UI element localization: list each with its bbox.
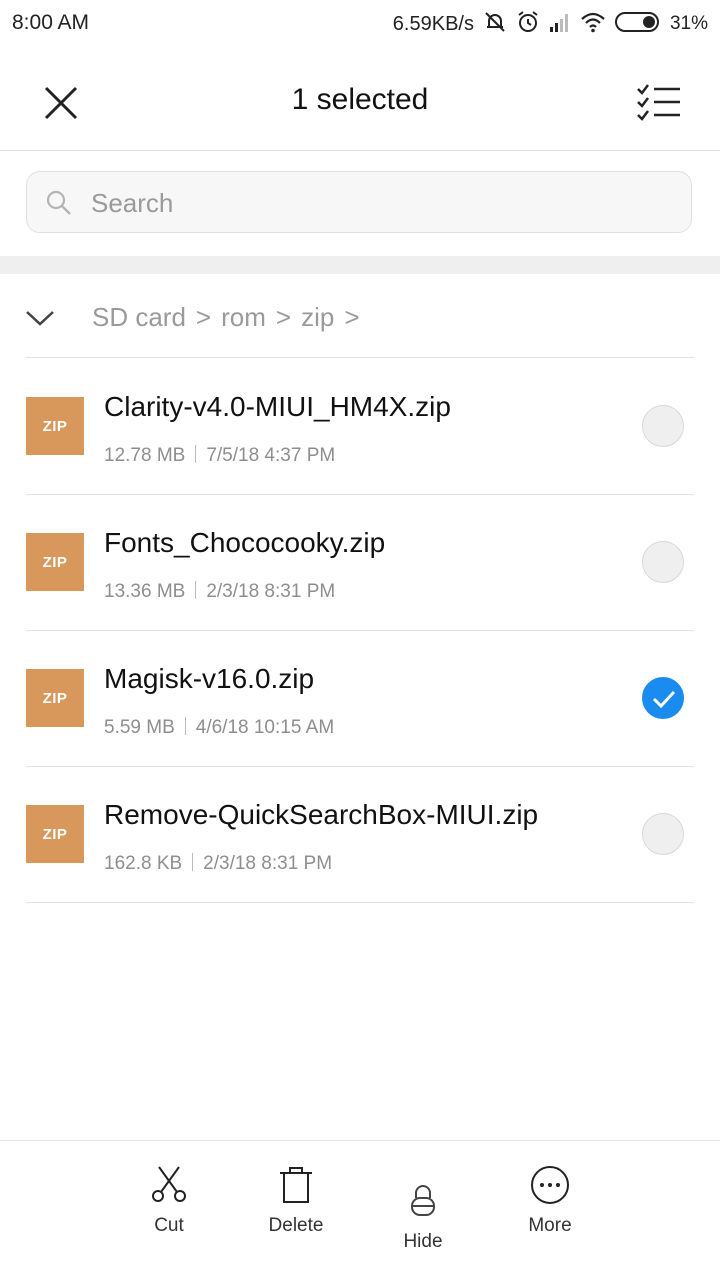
file-size: 13.36 MB — [104, 581, 186, 602]
more-button[interactable]: More — [495, 1165, 605, 1237]
file-name: Remove-QuickSearchBox-MIUI.zip — [104, 799, 539, 830]
search-bar[interactable] — [26, 171, 692, 234]
battery-percent: 31% — [669, 13, 708, 34]
file-meta: 13.36 MB 2/3/18 8:31 PM — [104, 581, 335, 603]
breadcrumb-separator: > — [275, 302, 292, 332]
action-header: 1 selected — [0, 52, 720, 151]
more-label: More — [528, 1215, 572, 1236]
select-checkbox[interactable] — [642, 813, 684, 855]
chevron-down-icon — [26, 311, 54, 326]
zip-file-icon: ZIP — [26, 533, 84, 591]
breadcrumb: SD card > rom > zip > — [0, 276, 720, 358]
hide-label: Hide — [403, 1231, 443, 1252]
file-date: 2/3/18 8:31 PM — [206, 581, 336, 602]
file-date: 4/6/18 10:15 AM — [195, 717, 335, 738]
file-size: 12.78 MB — [104, 445, 186, 466]
select-checkbox-checked[interactable] — [642, 677, 684, 719]
status-right: 6.59KB/s 31% — [393, 10, 708, 38]
file-name: Fonts_Chococooky.zip — [104, 527, 386, 558]
checklist-icon — [637, 84, 680, 121]
network-speed: 6.59KB/s — [392, 12, 474, 35]
breadcrumb-path: SD card > rom > zip > — [92, 302, 362, 333]
meta-separator — [184, 717, 186, 735]
collapse-path-button[interactable] — [24, 304, 56, 332]
delete-label: Delete — [268, 1215, 324, 1236]
more-icon — [531, 1166, 569, 1204]
meta-separator — [195, 581, 197, 599]
bottom-action-bar: Cut Delete Hide More — [0, 1140, 720, 1281]
cut-button[interactable]: Cut — [114, 1165, 224, 1237]
trash-icon — [280, 1167, 312, 1203]
alarm-icon — [516, 10, 540, 39]
status-bar: 8:00 AM 6.59KB/s 31% — [0, 0, 720, 48]
delete-button[interactable]: Delete — [241, 1165, 351, 1237]
file-row[interactable]: ZIP Clarity-v4.0-MIUI_HM4X.zip 12.78 MB 7… — [26, 359, 694, 495]
select-checkbox[interactable] — [642, 541, 684, 583]
signal-icon — [549, 11, 571, 38]
wifi-icon — [580, 11, 606, 38]
file-name: Clarity-v4.0-MIUI_HM4X.zip — [104, 391, 451, 422]
breadcrumb-separator: > — [344, 302, 360, 332]
lock-icon — [411, 1185, 435, 1216]
file-meta: 12.78 MB 7/5/18 4:37 PM — [104, 445, 335, 467]
mute-icon — [483, 10, 507, 39]
file-list: ZIP Clarity-v4.0-MIUI_HM4X.zip 12.78 MB 7… — [0, 359, 720, 903]
search-icon — [45, 189, 73, 222]
file-meta: 5.59 MB 4/6/18 10:15 AM — [104, 717, 334, 739]
hide-button[interactable]: Hide — [368, 1181, 478, 1253]
battery-icon — [614, 11, 661, 38]
zip-file-icon: ZIP — [26, 669, 84, 727]
file-date: 7/5/18 4:37 PM — [206, 445, 336, 466]
file-row[interactable]: ZIP Remove-QuickSearchBox-MIUI.zip 162.8… — [26, 767, 694, 903]
file-row[interactable]: ZIP Fonts_Chococooky.zip 13.36 MB 2/3/18 … — [26, 495, 694, 631]
zip-file-icon: ZIP — [26, 397, 84, 455]
page-title: 1 selected — [291, 83, 429, 116]
divider — [26, 357, 694, 358]
file-size: 5.59 MB — [104, 717, 175, 738]
file-name: Magisk-v16.0.zip — [104, 663, 315, 694]
meta-separator — [192, 853, 194, 871]
section-divider — [0, 256, 720, 274]
select-all-button[interactable] — [636, 80, 684, 126]
scissors-icon — [152, 1166, 186, 1202]
breadcrumb-item-rom[interactable]: rom — [221, 302, 266, 333]
file-size: 162.8 KB — [104, 853, 183, 874]
breadcrumb-separator: > — [195, 302, 212, 332]
zip-file-icon: ZIP — [26, 805, 84, 863]
file-date: 2/3/18 8:31 PM — [203, 853, 333, 874]
breadcrumb-item-zip[interactable]: zip — [301, 302, 334, 333]
breadcrumb-item-sd-card[interactable]: SD card — [92, 302, 186, 333]
search-input[interactable] — [89, 172, 653, 234]
meta-separator — [195, 445, 197, 463]
file-meta: 162.8 KB 2/3/18 8:31 PM — [104, 853, 332, 875]
file-row[interactable]: ZIP Magisk-v16.0.zip 5.59 MB 4/6/18 10:15… — [26, 631, 694, 767]
select-checkbox[interactable] — [642, 405, 684, 447]
checkmark-icon — [652, 690, 676, 709]
status-time: 8:00 AM — [12, 11, 90, 34]
cut-label: Cut — [154, 1215, 184, 1236]
